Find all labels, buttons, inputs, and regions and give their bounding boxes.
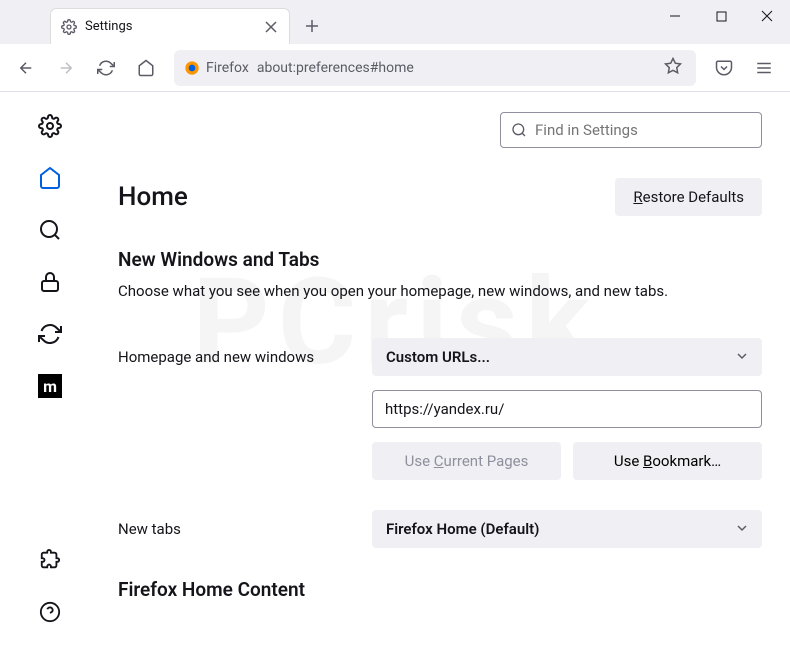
sidebar-item-general[interactable] [36,112,64,140]
sidebar-item-home[interactable] [36,164,64,192]
menu-button[interactable] [746,50,782,86]
browser-tab[interactable]: Settings [50,8,290,44]
close-icon [265,21,277,33]
home-icon [38,166,62,190]
plus-icon [305,19,319,33]
forward-button[interactable] [48,50,84,86]
sidebar-item-search[interactable] [36,216,64,244]
reload-icon [97,59,115,77]
preferences-main: Home Restore Defaults New Windows and Ta… [100,92,790,646]
restore-defaults-button[interactable]: Restore Defaults [615,178,762,216]
sidebar-item-extensions[interactable] [36,546,64,574]
chevron-down-icon [736,520,748,538]
url-bar[interactable]: Firefox about:preferences#home [174,50,696,86]
homepage-select-value: Custom URLs... [386,348,490,366]
newtabs-select-value: Firefox Home (Default) [386,520,539,538]
firefox-icon [184,60,200,76]
m-icon: m [38,374,62,398]
maximize-icon [716,11,727,22]
close-icon [761,10,773,22]
page-title: Home [118,182,188,212]
arrow-right-icon [57,59,75,77]
gear-icon [61,19,77,35]
newtabs-label: New tabs [118,520,372,538]
new-tab-button[interactable] [298,12,326,40]
sidebar-item-privacy[interactable] [36,268,64,296]
puzzle-icon [39,549,61,571]
find-in-settings[interactable] [500,112,762,148]
pocket-icon [715,59,733,77]
sidebar-item-help[interactable] [36,598,64,626]
chevron-down-icon [736,348,748,366]
star-icon [664,57,682,75]
close-window-button[interactable] [744,0,790,32]
window-controls [652,0,790,44]
help-icon [39,601,61,623]
preferences-sidebar: m [0,92,100,646]
homepage-url-input[interactable] [372,390,762,428]
browser-toolbar: Firefox about:preferences#home [0,44,790,92]
section-title: New Windows and Tabs [118,248,762,271]
use-current-pages-button[interactable]: Use Current Pages [372,442,561,480]
arrow-left-icon [17,59,35,77]
sidebar-item-more[interactable]: m [36,372,64,400]
search-icon [38,218,62,242]
home-button[interactable] [128,50,164,86]
sync-icon [38,322,62,346]
minimize-icon [669,10,681,22]
sidebar-item-sync[interactable] [36,320,64,348]
home-icon [137,59,155,77]
homepage-label: Homepage and new windows [118,348,372,366]
maximize-button[interactable] [698,0,744,32]
hamburger-icon [755,59,773,77]
url-text: about:preferences#home [257,60,414,76]
lock-icon [38,270,62,294]
identity-box[interactable]: Firefox [184,60,249,76]
subsection-title: Firefox Home Content [118,578,762,601]
gear-icon [38,114,62,138]
search-icon [511,122,527,138]
section-description: Choose what you see when you open your h… [118,281,762,302]
identity-label: Firefox [206,60,249,76]
minimize-button[interactable] [652,0,698,32]
tab-title: Settings [85,19,132,34]
homepage-select[interactable]: Custom URLs... [372,338,762,376]
back-button[interactable] [8,50,44,86]
newtabs-select[interactable]: Firefox Home (Default) [372,510,762,548]
use-bookmark-button[interactable]: Use Bookmark… [573,442,762,480]
find-input[interactable] [535,121,751,139]
window-titlebar: Settings [0,0,790,44]
tab-close-button[interactable] [263,19,279,35]
reload-button[interactable] [88,50,124,86]
pocket-button[interactable] [706,50,742,86]
bookmark-star-button[interactable] [660,53,686,83]
